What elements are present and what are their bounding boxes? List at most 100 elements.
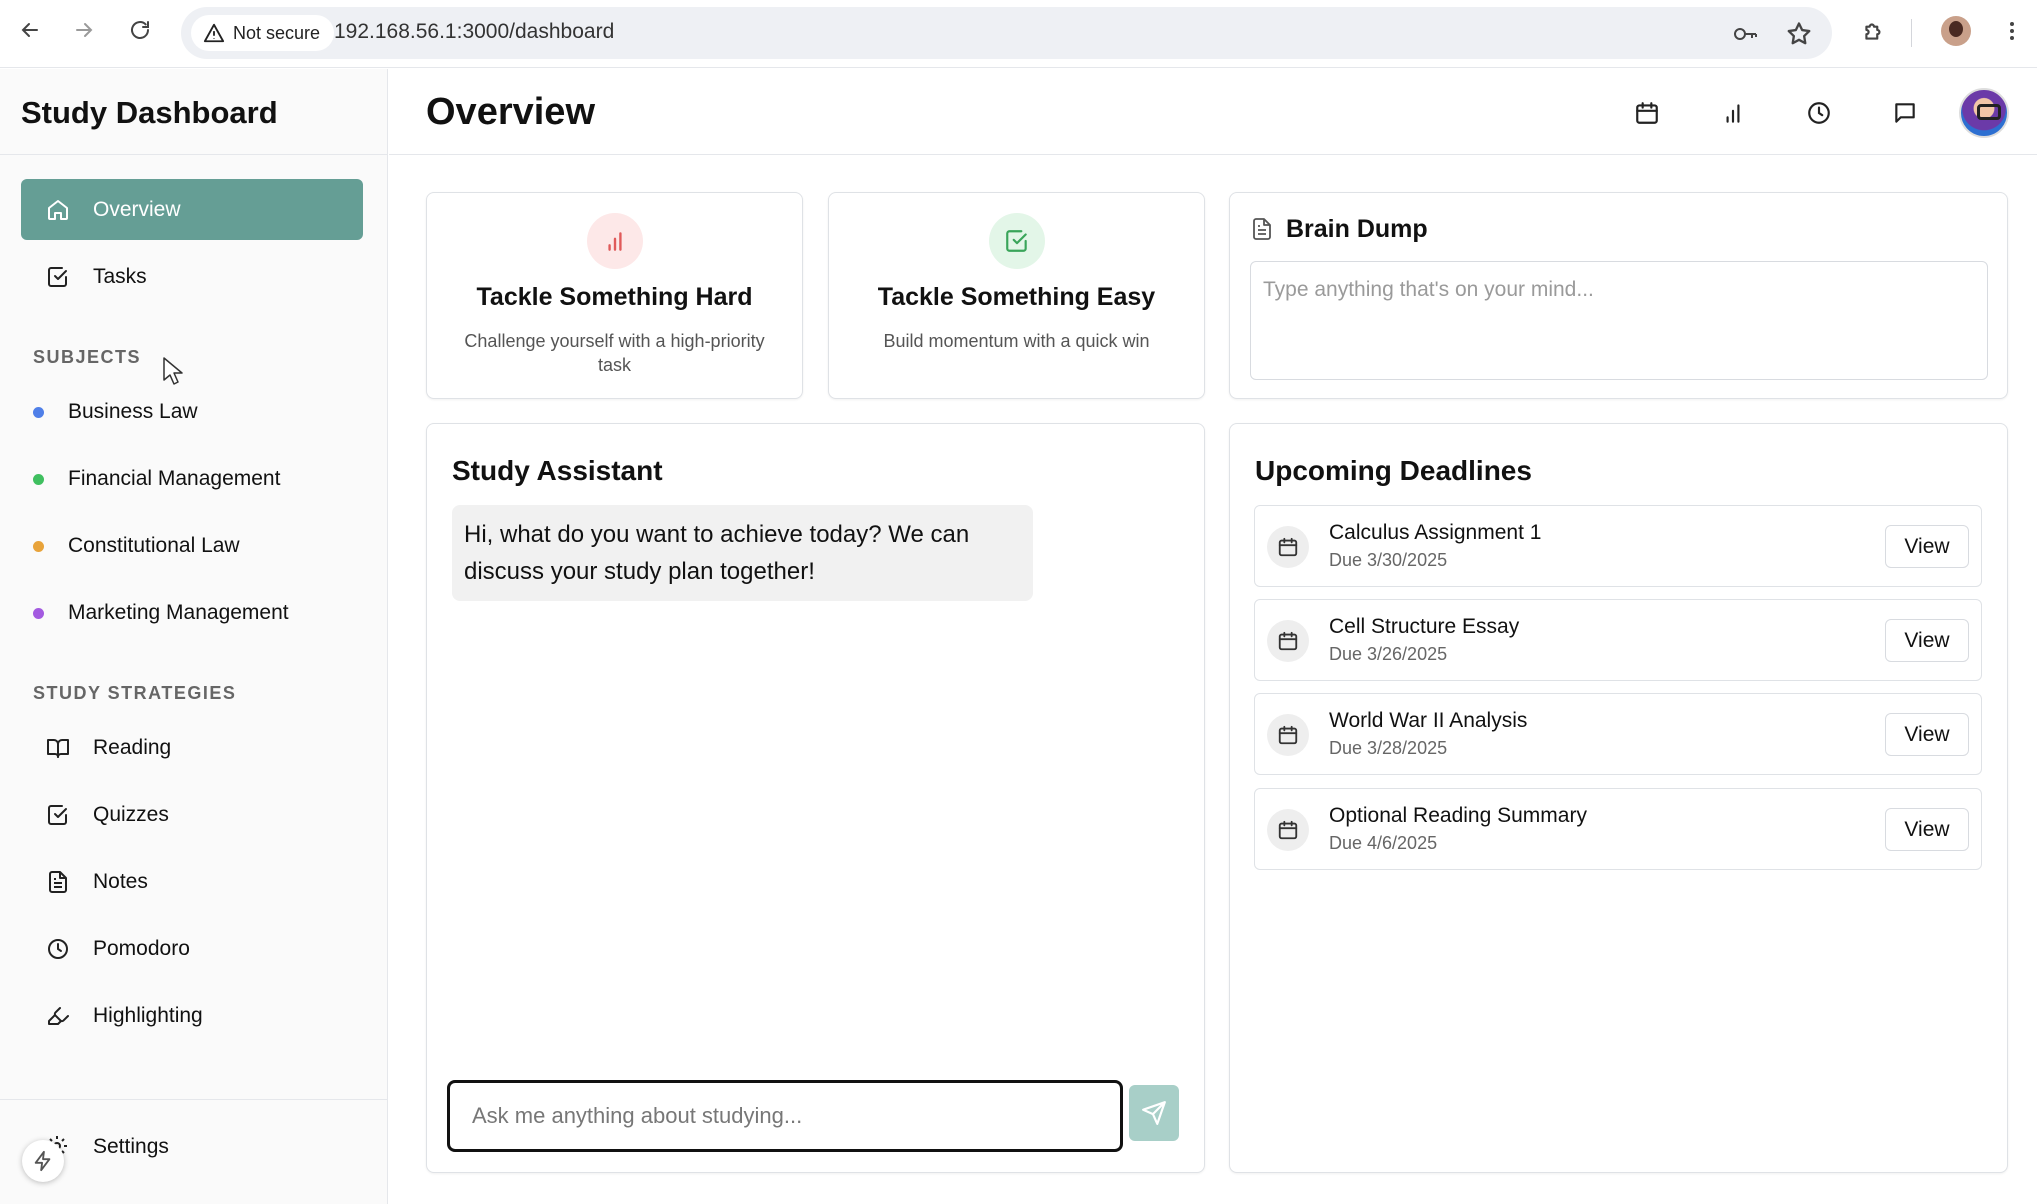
sidebar-item-overview[interactable]: Overview — [21, 179, 363, 240]
send-icon — [1142, 1101, 1166, 1125]
address-bar[interactable]: Not secure 192.168.56.1:3000/dashboard — [181, 7, 1832, 59]
view-button[interactable]: View — [1885, 808, 1969, 851]
deadline-icon-circle — [1267, 620, 1309, 662]
calendar-button[interactable] — [1631, 97, 1663, 129]
sidebar-item-label: Tasks — [93, 264, 147, 288]
tackle-hard-title: Tackle Something Hard — [476, 283, 753, 311]
warning-icon — [203, 23, 225, 43]
deadline-title: Cell Structure Essay — [1329, 615, 1520, 638]
messages-button[interactable] — [1889, 97, 1921, 129]
sidebar-item-notes[interactable]: Notes — [21, 851, 363, 912]
send-button[interactable] — [1129, 1085, 1179, 1141]
study-assistant-title: Study Assistant — [452, 455, 663, 486]
tackle-easy-icon-circle — [989, 213, 1045, 269]
deadline-item: Cell Structure Essay Due 3/26/2025 View — [1254, 599, 1982, 681]
sidebar-item-quizzes[interactable]: Quizzes — [21, 784, 363, 845]
mouse-cursor-icon — [163, 357, 183, 385]
arrow-right-icon — [76, 23, 93, 37]
subject-label: Marketing Management — [68, 601, 289, 624]
calendar-icon — [1278, 820, 1298, 840]
subjects-heading: SUBJECTS — [33, 347, 142, 367]
main-header: Overview — [389, 69, 2037, 155]
sidebar-item-tasks[interactable]: Tasks — [21, 246, 363, 307]
star-icon[interactable] — [1785, 20, 1813, 48]
tackle-easy-title: Tackle Something Easy — [877, 283, 1156, 311]
calendar-icon — [1278, 537, 1298, 557]
profile-button[interactable] — [1941, 16, 1971, 46]
security-indicator[interactable]: Not secure — [191, 15, 335, 51]
deadline-icon-circle — [1267, 526, 1309, 568]
bar-chart-icon — [1726, 104, 1740, 123]
view-button[interactable]: View — [1885, 525, 1969, 568]
tackle-hard-card[interactable]: Tackle Something Hard Challenge yourself… — [426, 192, 803, 399]
deadline-icon-circle — [1267, 809, 1309, 851]
deadline-due-date: Due 3/28/2025 — [1329, 738, 1448, 758]
message-icon — [1895, 103, 1915, 123]
app-title: Study Dashboard — [21, 95, 278, 130]
timer-button[interactable] — [1803, 97, 1835, 129]
subject-item-constitutional-law[interactable]: Constitutional Law — [33, 526, 240, 566]
profile-avatar — [1941, 16, 1971, 46]
chat-input[interactable] — [447, 1080, 1123, 1152]
tackle-easy-description: Build momentum with a quick win — [883, 331, 1150, 351]
stats-button[interactable] — [1717, 97, 1749, 129]
quick-action-button[interactable] — [22, 1140, 64, 1182]
forward-button[interactable] — [68, 14, 100, 46]
reload-button[interactable] — [124, 14, 156, 46]
subject-item-business-law[interactable]: Business Law — [33, 392, 198, 432]
check-square-icon — [45, 802, 71, 828]
extensions-button[interactable] — [1859, 16, 1889, 46]
subject-label: Financial Management — [68, 467, 281, 490]
deadline-item: World War II Analysis Due 3/28/2025 View — [1254, 693, 1982, 775]
toolbar-divider — [1911, 19, 1912, 47]
sidebar-item-label: Reading — [93, 735, 172, 759]
arrow-left-icon — [21, 23, 38, 37]
sidebar-item-label: Overview — [93, 197, 181, 221]
subject-label: Business Law — [68, 400, 198, 423]
deadline-title: Calculus Assignment 1 — [1329, 521, 1542, 544]
sidebar-item-label: Quizzes — [93, 802, 169, 826]
upcoming-deadlines-title: Upcoming Deadlines — [1255, 455, 1532, 486]
browser-menu-button[interactable] — [1997, 16, 2027, 46]
sidebar-item-label: Highlighting — [93, 1003, 203, 1027]
subject-label: Constitutional Law — [68, 534, 240, 557]
calendar-icon — [1278, 725, 1298, 745]
calendar-icon — [1636, 102, 1658, 124]
home-icon — [45, 197, 71, 223]
subject-item-marketing-management[interactable]: Marketing Management — [33, 593, 289, 633]
calendar-icon — [1278, 631, 1298, 651]
deadline-due-date: Due 3/30/2025 — [1329, 550, 1448, 570]
sidebar-header: Study Dashboard — [0, 69, 388, 155]
check-square-icon — [1006, 230, 1027, 252]
sidebar-item-pomodoro[interactable]: Pomodoro — [21, 918, 363, 979]
url-text[interactable]: 192.168.56.1:3000/dashboard — [334, 20, 614, 44]
user-avatar[interactable] — [1959, 88, 2009, 138]
page-title: Overview — [426, 91, 595, 133]
brain-dump-textarea[interactable] — [1250, 261, 1988, 380]
book-open-icon — [45, 735, 71, 761]
sidebar-item-label: Notes — [93, 869, 148, 893]
bar-chart-icon — [608, 232, 622, 251]
more-vertical-icon — [2010, 22, 2014, 40]
key-icon[interactable] — [1731, 20, 1759, 48]
file-text-icon — [45, 869, 71, 895]
reload-icon — [131, 21, 149, 39]
view-button[interactable]: View — [1885, 619, 1969, 662]
highlighter-icon — [45, 1003, 71, 1029]
sidebar-item-label: Settings — [93, 1135, 169, 1158]
clock-icon — [1808, 102, 1830, 124]
sidebar-item-reading[interactable]: Reading — [21, 717, 363, 778]
puzzle-icon — [1865, 23, 1881, 40]
brain-dump-card: Brain Dump — [1229, 192, 2008, 399]
view-button[interactable]: View — [1885, 713, 1969, 756]
subject-item-financial-management[interactable]: Financial Management — [33, 459, 280, 499]
deadline-due-date: Due 3/26/2025 — [1329, 644, 1448, 664]
back-button[interactable] — [14, 14, 46, 46]
study-strategies-heading: STUDY STRATEGIES — [33, 683, 237, 703]
sidebar-item-highlighting[interactable]: Highlighting — [21, 985, 363, 1046]
sidebar-item-label: Pomodoro — [93, 936, 190, 960]
subject-color-dot — [33, 540, 44, 552]
tackle-easy-card[interactable]: Tackle Something Easy Build momentum wit… — [828, 192, 1205, 399]
deadline-icon-circle — [1267, 714, 1309, 756]
browser-toolbar: Not secure 192.168.56.1:3000/dashboard — [0, 0, 2037, 68]
